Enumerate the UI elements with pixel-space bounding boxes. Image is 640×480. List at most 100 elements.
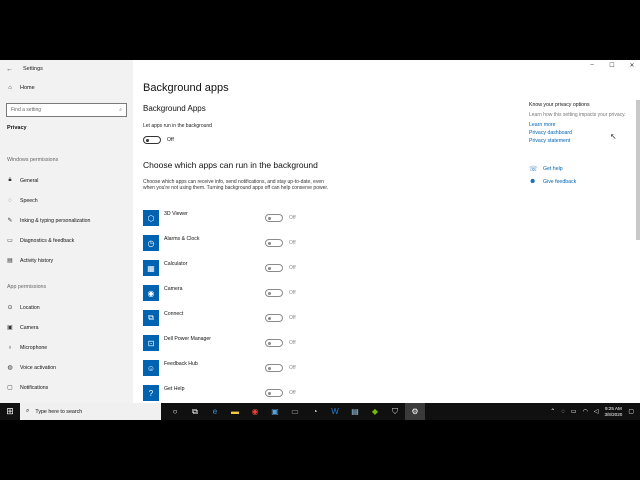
search-icon[interactable]: ⌕: [119, 107, 122, 113]
taskbar-pinned-apps: ○ ⧉ e ▬ ◉ ▣ ▭ ◔ W ▤ ◆ ⛉ ⚙: [165, 403, 425, 420]
camera-icon: ◉: [143, 285, 159, 301]
app-toggle[interactable]: [265, 214, 283, 222]
app-toggle-state: Off: [289, 215, 296, 221]
main-content: Background apps Background Apps Let apps…: [133, 60, 640, 403]
app-name: 3D Viewer: [164, 211, 188, 217]
titlebar: ← Settings: [6, 63, 43, 75]
app-name: Connect: [164, 311, 184, 317]
sidebar-item-activity[interactable]: ▤ Activity history: [7, 255, 127, 266]
learn-more-link[interactable]: Learn more: [529, 121, 629, 129]
sidebar-item-label: Voice activation: [20, 364, 57, 371]
file-explorer-icon[interactable]: ▬: [225, 403, 245, 420]
app-row-alarms-clock: ◷ Alarms & Clock Off: [143, 235, 313, 253]
app-toggle-state: Off: [289, 340, 296, 346]
cortana-icon[interactable]: ○: [165, 403, 185, 420]
app-toggle-state: Off: [289, 240, 296, 246]
letterbox-top: [0, 0, 640, 60]
security-icon[interactable]: ⛉: [385, 403, 405, 420]
maximize-icon[interactable]: ☐: [608, 62, 616, 69]
sidebar-item-speech[interactable]: ◌ Speech: [7, 195, 127, 206]
edge-icon[interactable]: e: [205, 403, 225, 420]
search-input[interactable]: [11, 107, 111, 113]
sidebar-item-label: Speech: [20, 197, 38, 204]
right-panel: Know your privacy options Learn how this…: [529, 102, 629, 185]
app-toggle[interactable]: [265, 364, 283, 372]
settings-window: ← Settings ⌂ Home ⌕ Privacy Windows perm…: [0, 60, 640, 403]
speedometer-icon[interactable]: ◔: [305, 403, 325, 420]
taskbar-search[interactable]: ⌕ Type here to search: [20, 403, 161, 420]
back-arrow-icon[interactable]: ←: [6, 66, 13, 73]
let-apps-label: Let apps run in the background: [143, 123, 212, 129]
app-row-camera: ◉ Camera Off: [143, 285, 313, 303]
home-label: Home: [20, 85, 35, 91]
wifi-icon[interactable]: ◠: [583, 408, 588, 415]
feedback-icon: ▭: [7, 238, 13, 244]
app-toggle[interactable]: [265, 264, 283, 272]
app-toggle-state: Off: [289, 390, 296, 396]
dell-icon: ⊡: [143, 335, 159, 351]
privacy-options-text: Learn how this setting impacts your priv…: [529, 112, 626, 118]
app-toggle-state: Off: [289, 315, 296, 321]
word-icon[interactable]: W: [325, 403, 345, 420]
settings-gear-icon[interactable]: ⚙: [405, 403, 425, 420]
sidebar-item-microphone[interactable]: ♁ Microphone: [7, 342, 127, 353]
taskbar: ⊞ ⌕ Type here to search ○ ⧉ e ▬ ◉ ▣ ▭ ◔ …: [0, 403, 640, 420]
cube-icon: ⬡: [143, 210, 159, 226]
sidebar-item-voice-activation[interactable]: ◍ Voice activation: [7, 362, 127, 373]
location-icon: ⊙: [7, 305, 13, 311]
description-text: Choose which apps can receive info, send…: [143, 179, 329, 192]
get-help-link[interactable]: ☏ Get help: [529, 165, 629, 173]
app-toggle-state: Off: [289, 365, 296, 371]
close-icon[interactable]: ✕: [628, 62, 636, 69]
give-feedback-link[interactable]: ☻ Give feedback: [529, 178, 629, 185]
action-center-icon[interactable]: ▢: [628, 408, 634, 415]
screen: ← Settings ⌂ Home ⌕ Privacy Windows perm…: [0, 0, 640, 480]
lock-icon: 🔒︎: [8, 177, 12, 183]
windows-permissions-label: Windows permissions: [7, 157, 59, 163]
sidebar-item-label: Notifications: [20, 384, 49, 391]
clock-date: 3/8/2020: [604, 411, 623, 417]
voice-icon: ◍: [7, 365, 13, 371]
minimize-icon[interactable]: –: [588, 62, 596, 69]
calculator-icon: ▦: [143, 260, 159, 276]
background-apps-toggle[interactable]: [143, 136, 161, 144]
chrome-icon[interactable]: ◉: [245, 403, 265, 420]
section-title: Background Apps: [143, 104, 206, 113]
app-toggle[interactable]: [265, 314, 283, 322]
nvidia-icon[interactable]: ◆: [365, 403, 385, 420]
sidebar-item-general[interactable]: 🔒︎ General: [7, 175, 127, 186]
app-row-3d-viewer: ⬡ 3D Viewer Off: [143, 210, 313, 228]
sidebar-item-inking[interactable]: ✎ Inking & typing personalization: [7, 215, 127, 226]
app-permissions-label: App permissions: [7, 284, 47, 290]
sidebar-item-location[interactable]: ⊙ Location: [7, 302, 127, 313]
history-icon: ▤: [7, 258, 13, 264]
sidebar-item-home[interactable]: ⌂ Home: [7, 85, 35, 91]
sidebar-item-camera[interactable]: ▣ Camera: [7, 322, 127, 333]
app-name: Calculator: [164, 261, 188, 267]
volume-icon[interactable]: ◁: [594, 408, 599, 415]
windows-start-icon[interactable]: ⊞: [0, 403, 20, 420]
network-icon[interactable]: ◌: [561, 409, 565, 415]
mouse-cursor-icon: ↖: [610, 132, 617, 141]
feedback-hub-icon: ☺: [143, 360, 159, 376]
notifications-icon: ▢: [7, 385, 13, 391]
app-row-dell-power-manager: ⊡ Dell Power Manager Off: [143, 335, 313, 353]
app-name: Feedback Hub: [164, 361, 198, 367]
screen-icon[interactable]: ▭: [285, 403, 305, 420]
app-toggle[interactable]: [265, 289, 283, 297]
app-title: Settings: [23, 66, 43, 72]
battery-icon[interactable]: ▭: [571, 408, 577, 415]
chevron-up-icon[interactable]: ⌃: [550, 408, 555, 415]
clock[interactable]: 9:25 AM 3/8/2020: [604, 406, 622, 417]
app-toggle[interactable]: [265, 389, 283, 397]
search-box[interactable]: ⌕: [6, 103, 127, 117]
notepad-icon[interactable]: ▤: [345, 403, 365, 420]
page-title: Background apps: [143, 82, 229, 94]
task-view-icon[interactable]: ⧉: [185, 403, 205, 420]
sidebar-item-diagnostics[interactable]: ▭ Diagnostics & feedback: [7, 235, 127, 246]
sidebar-item-notifications[interactable]: ▢ Notifications: [7, 382, 127, 393]
scrollbar[interactable]: [636, 100, 640, 240]
app-toggle[interactable]: [265, 239, 283, 247]
photos-icon[interactable]: ▣: [265, 403, 285, 420]
app-toggle[interactable]: [265, 339, 283, 347]
